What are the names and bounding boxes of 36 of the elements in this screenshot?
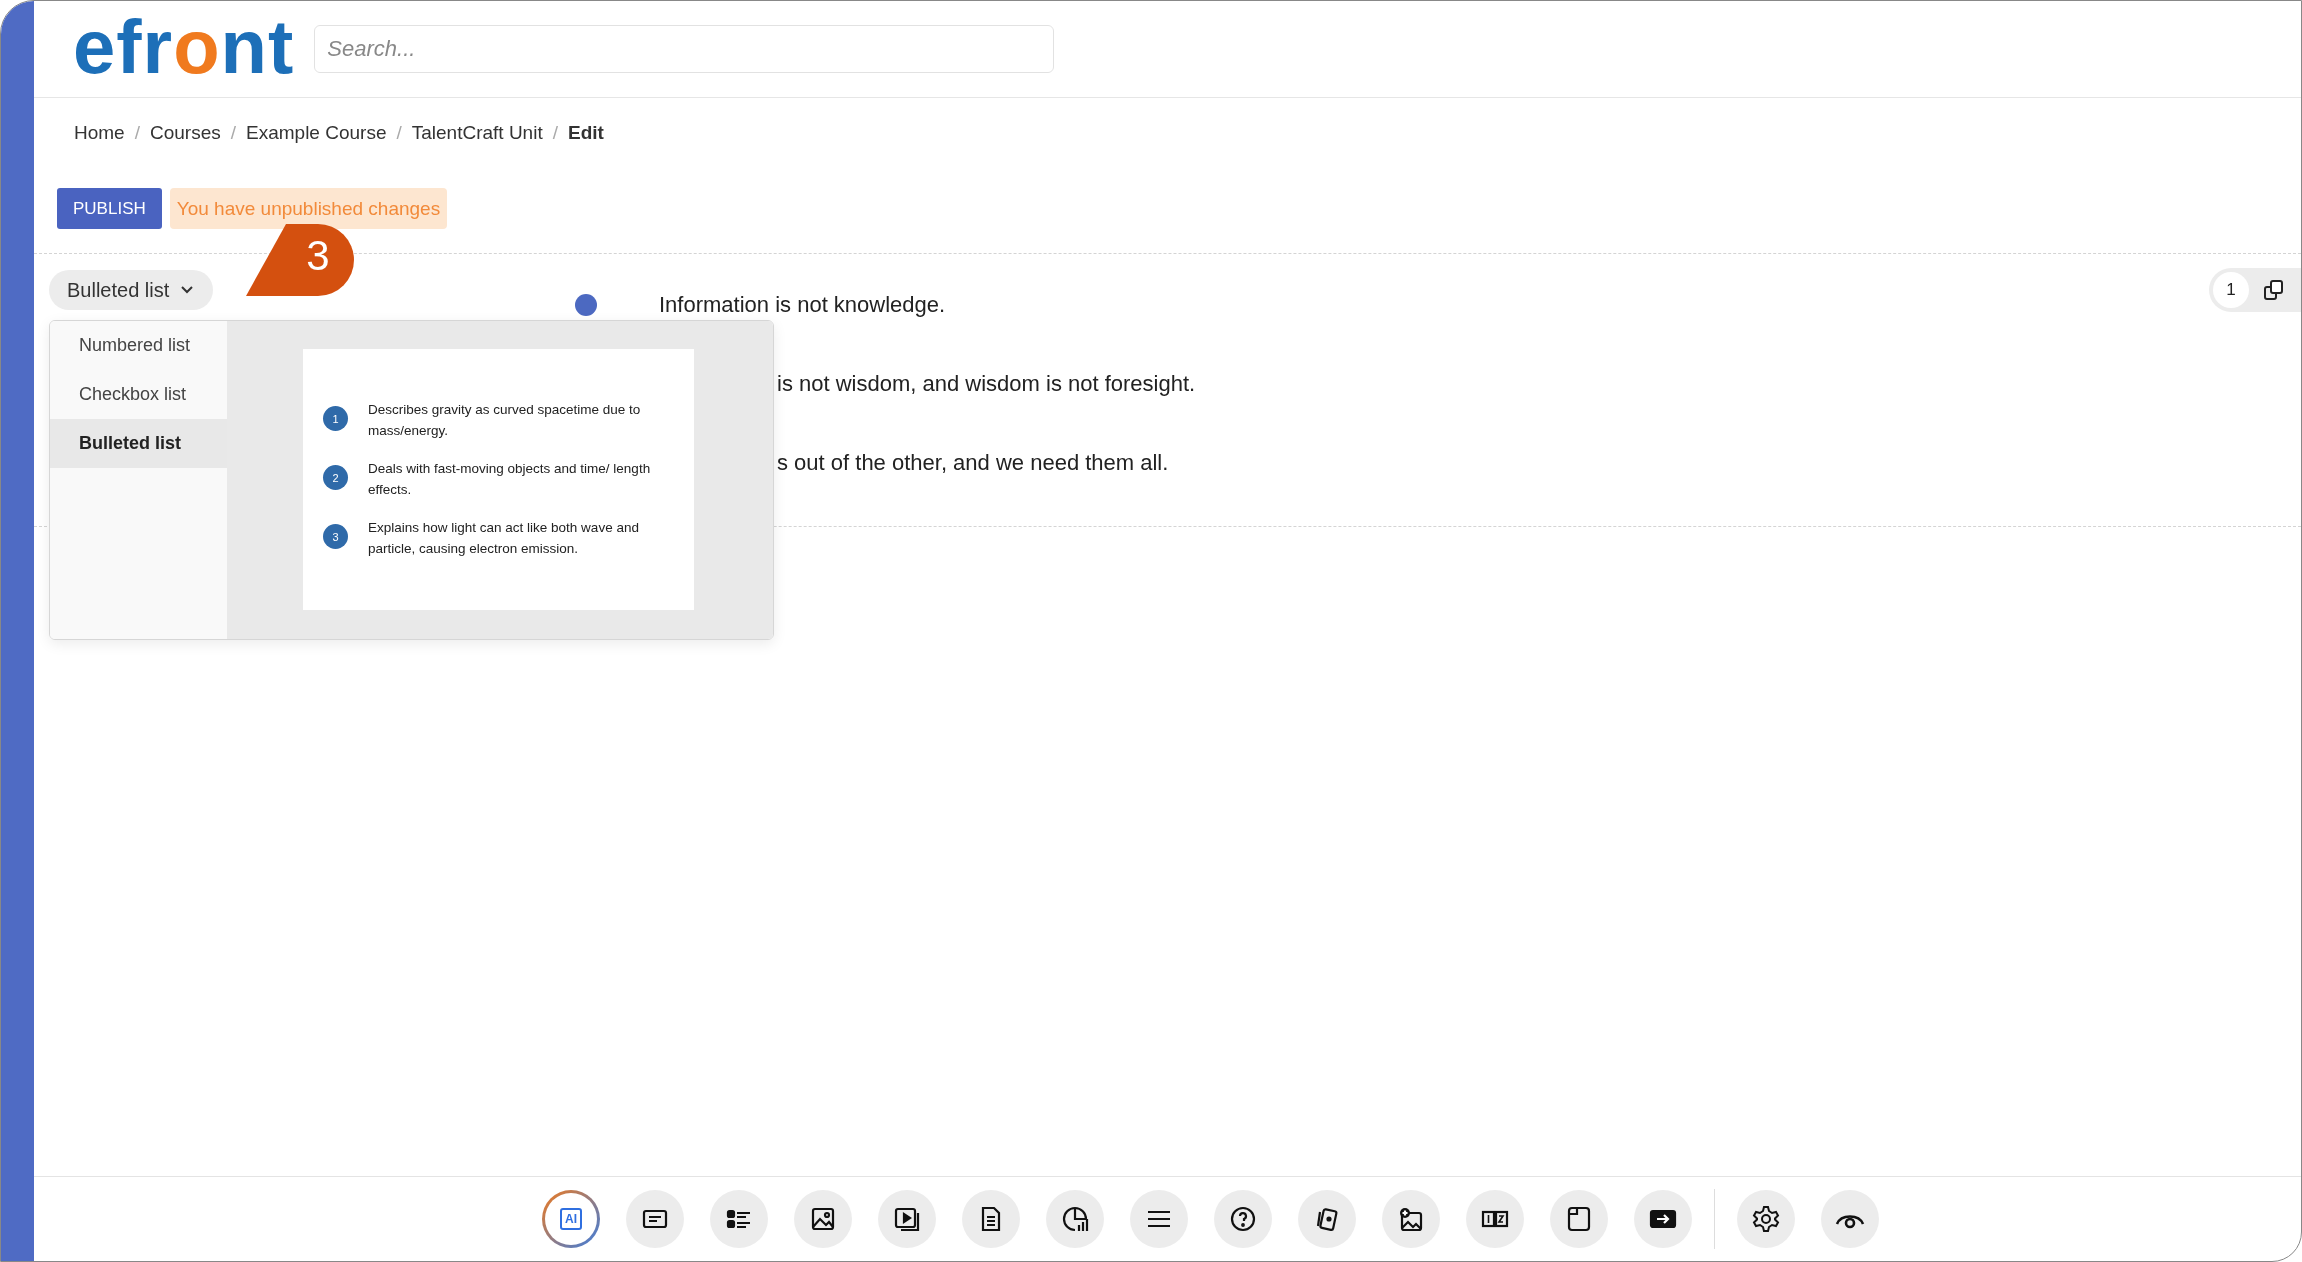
menu-item[interactable]: Bulleted list (50, 419, 227, 468)
list-item-text: s out of the other, and we need them all. (776, 449, 1169, 476)
number-badge: 1 (323, 406, 348, 431)
number-badge: 2 (323, 465, 348, 490)
unpublished-badge: You have unpublished changes (169, 188, 448, 229)
logo: efront (73, 9, 295, 89)
menu-item[interactable]: Checkbox list (50, 370, 227, 419)
breadcrumb-link[interactable]: Courses (149, 122, 221, 144)
publish-button[interactable]: PUBLISH (57, 188, 162, 229)
menu-item[interactable]: Numbered list (50, 321, 227, 370)
chart-icon (1061, 1205, 1089, 1233)
breadcrumb-separator: / (552, 122, 558, 144)
window-icon (1565, 1205, 1593, 1233)
image-icon (809, 1205, 837, 1233)
breadcrumb-separator: / (230, 122, 236, 144)
copy-icon[interactable] (2263, 279, 2285, 301)
settings-icon (1752, 1205, 1780, 1233)
breadcrumb-separator: / (396, 122, 402, 144)
help-icon (1229, 1205, 1257, 1233)
breadcrumb-separator: / (134, 122, 140, 144)
breadcrumb-link[interactable]: TalentCraft Unit (411, 122, 543, 144)
breadcrumb-link[interactable]: Example Course (246, 122, 387, 144)
block-number: 1 (2213, 272, 2249, 308)
search-field[interactable]: Search... (314, 25, 1055, 73)
chevron-down-icon (181, 286, 194, 294)
number-badge: 3 (323, 524, 348, 549)
add-image-icon (1397, 1205, 1425, 1233)
list-item-text: Information is not knowledge. (659, 291, 946, 318)
preview-text: Explains how light can act like both wave and particle, causing electron emission. (368, 519, 640, 558)
preview-text: Describes gravity as curved spacetime due to mass/energy. (368, 401, 642, 440)
preview-text: Deals with fast-moving objects and time/ length effects. (368, 460, 652, 499)
breadcrumb-link[interactable]: Home (74, 122, 125, 144)
list-item-text: is not wisdom, and wisdom is not foresight. (776, 370, 1196, 397)
bullet-dot (575, 293, 597, 316)
list-type-dropdown[interactable]: Bulleted list (49, 270, 214, 310)
video-icon (893, 1205, 921, 1233)
